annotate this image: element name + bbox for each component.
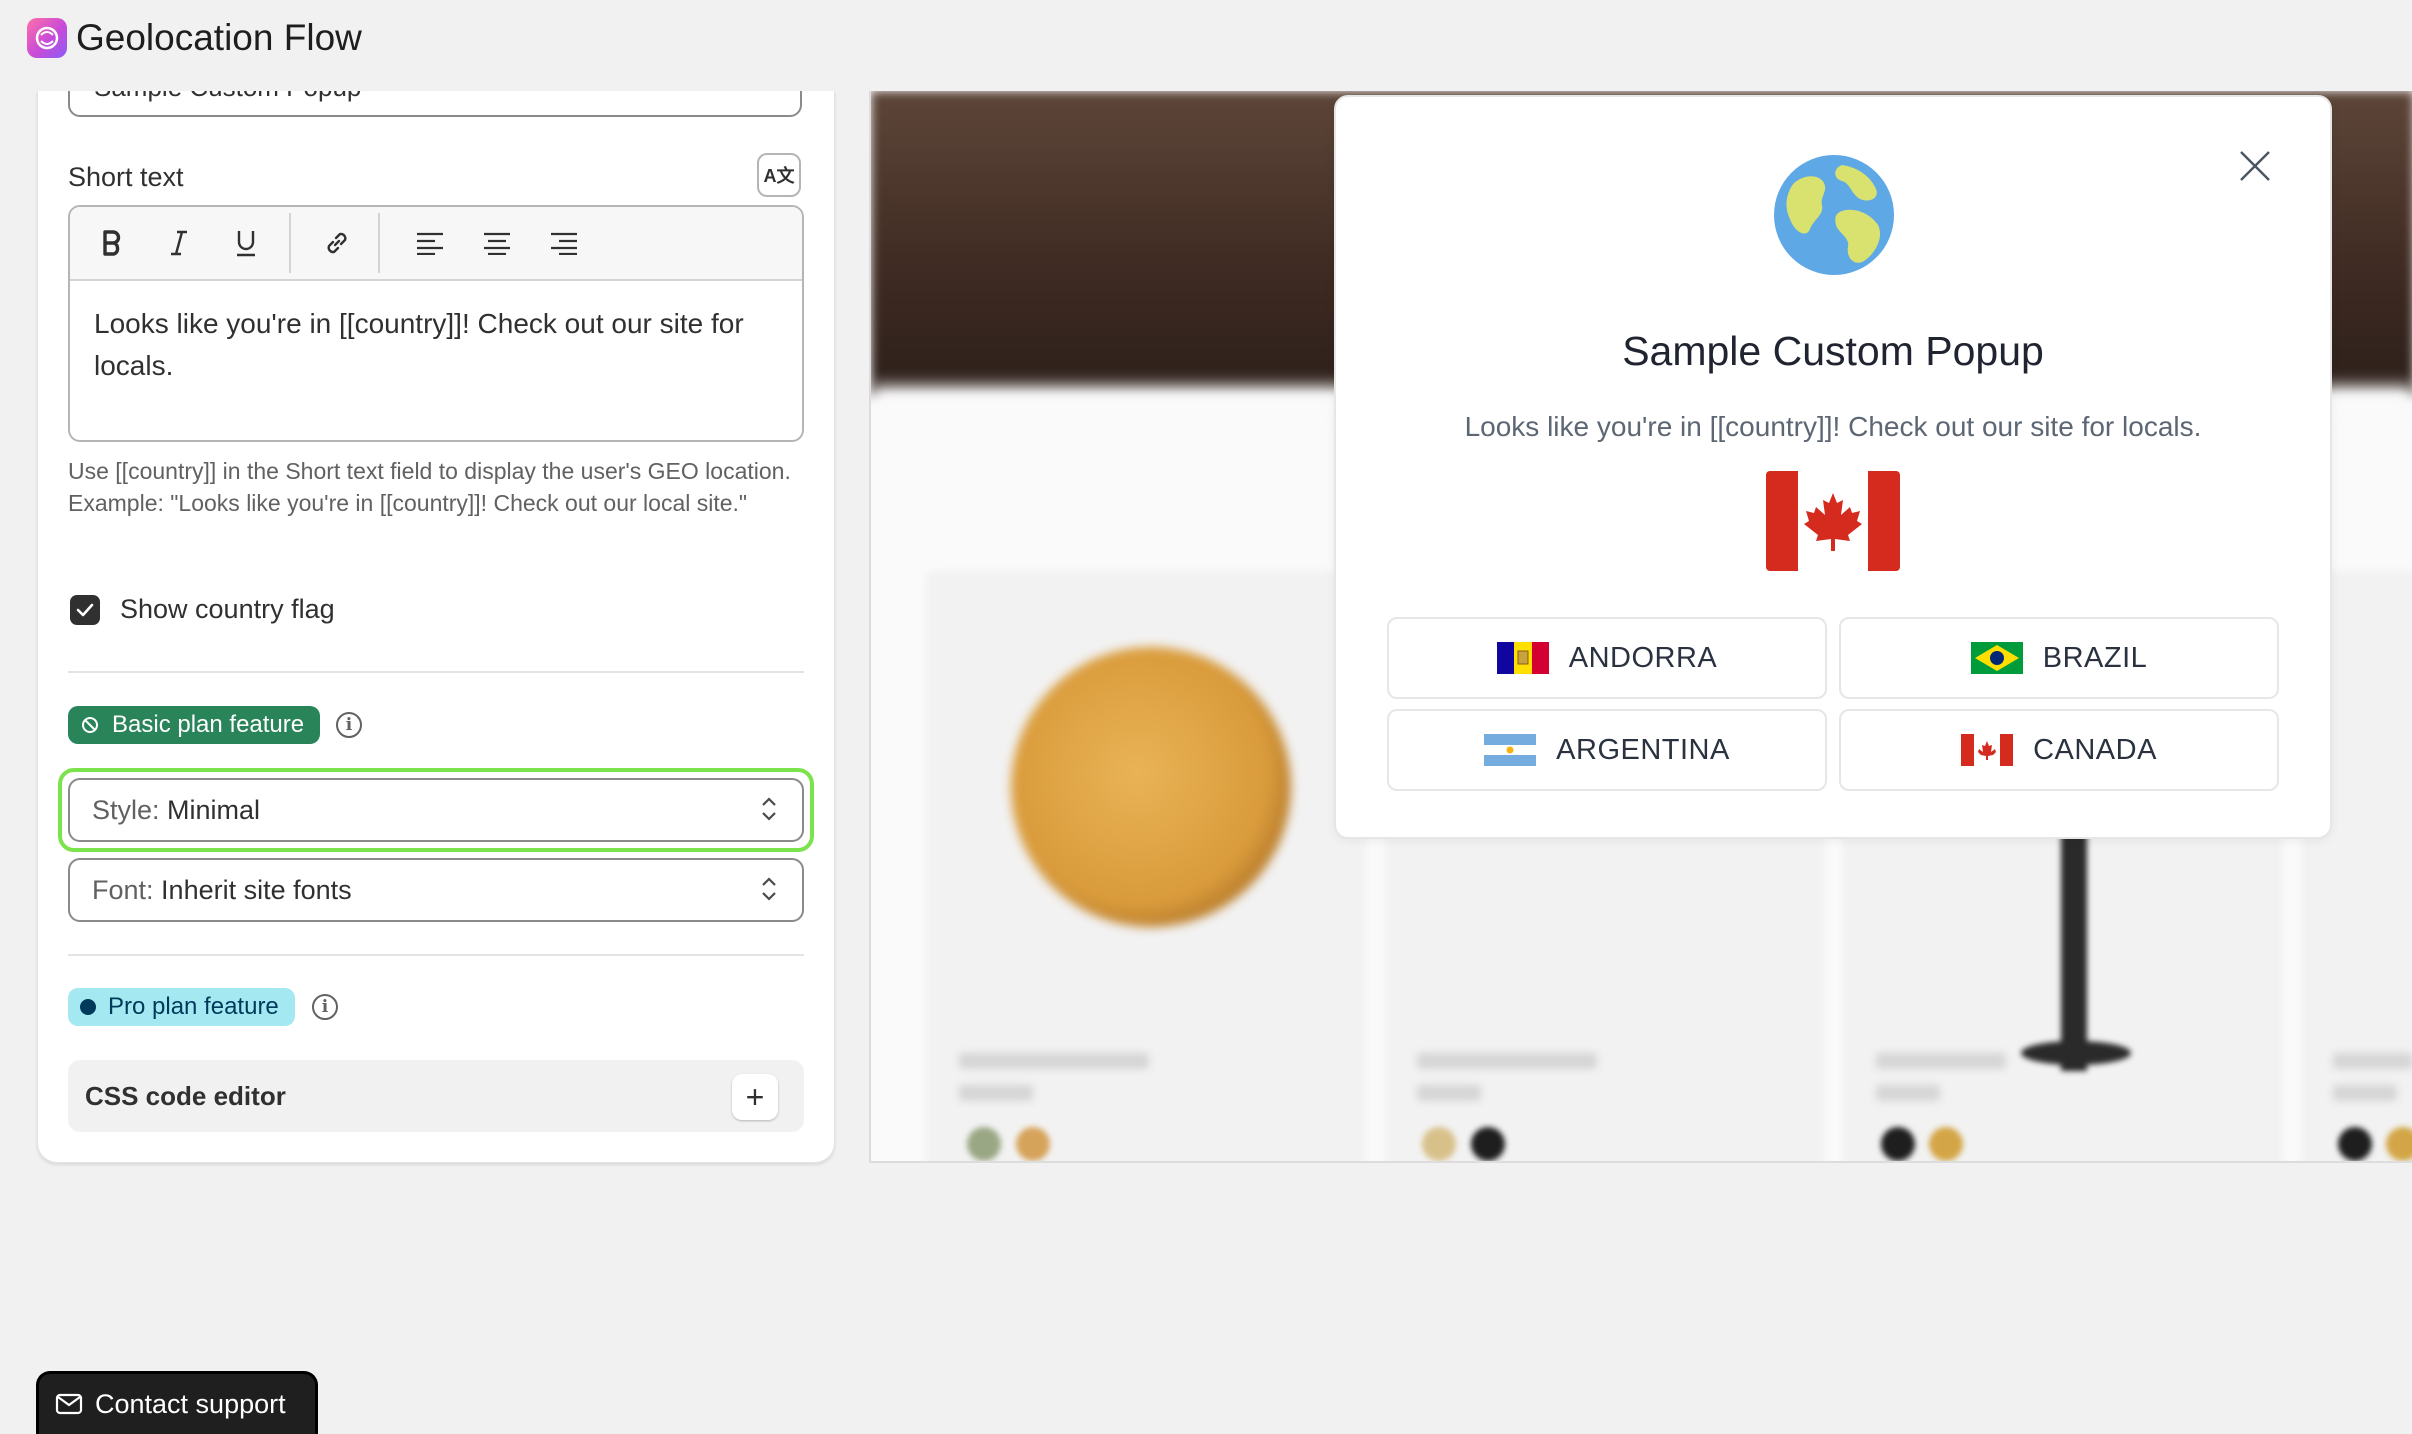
short-text-label: Short text [68, 162, 184, 192]
contact-support-label: Contact support [95, 1388, 286, 1419]
canada-flag-icon [1961, 734, 2014, 766]
align-left-icon[interactable] [408, 221, 452, 265]
country-button-canada[interactable]: CANADA [1839, 709, 2279, 791]
mail-icon [55, 1393, 83, 1415]
info-icon[interactable]: i [312, 994, 338, 1020]
app-title: Geolocation Flow [76, 17, 362, 58]
show-flag-checkbox[interactable] [70, 595, 100, 625]
short-text-help: Use [[country]] in the Short text field … [68, 458, 791, 516]
app-logo-icon [27, 18, 67, 58]
divider [68, 954, 804, 956]
font-select-key: Font: [92, 875, 154, 905]
country-button-brazil[interactable]: BRAZIL [1839, 617, 2279, 699]
css-code-editor-row[interactable]: CSS code editor + [68, 1060, 804, 1132]
css-code-editor-label: CSS code editor [85, 1081, 286, 1111]
contact-support-button[interactable]: Contact support [36, 1371, 318, 1434]
align-center-icon[interactable] [475, 221, 519, 265]
popup-text: Looks like you're in [[country]]! Check … [1464, 411, 2202, 442]
settings-panel: Sample Custom Popup Short text A文 [37, 91, 835, 1163]
translate-icon[interactable]: A文 [757, 153, 801, 197]
andorra-flag-icon [1496, 642, 1549, 674]
font-select-value: Inherit site fonts [161, 875, 352, 905]
basic-plan-label: Basic plan feature [112, 711, 305, 738]
geolocation-popup: Sample Custom Popup Looks like you're in… [1334, 95, 2332, 839]
align-right-icon[interactable] [542, 221, 586, 265]
short-text-editor[interactable]: Looks like you're in [[country]]! Check … [68, 205, 804, 442]
popup-title-input[interactable]: Sample Custom Popup [68, 91, 802, 117]
info-icon[interactable]: i [336, 712, 362, 738]
style-select-focus-ring [58, 768, 814, 852]
editor-toolbar [70, 207, 802, 281]
link-icon[interactable] [315, 221, 359, 265]
country-name: CANADA [2033, 733, 2157, 766]
pro-dot-icon [80, 999, 96, 1015]
divider [68, 671, 804, 673]
pro-plan-label: Pro plan feature [108, 993, 279, 1020]
underline-icon[interactable] [224, 221, 268, 265]
popup-title: Sample Custom Popup [1622, 328, 2044, 374]
country-name: ANDORRA [1568, 641, 1718, 674]
plan-icon [82, 717, 98, 733]
bold-icon[interactable] [90, 221, 134, 265]
brazil-flag-icon [1970, 642, 2023, 674]
basic-plan-badge: Basic plan feature [68, 706, 321, 744]
italic-icon[interactable] [157, 221, 201, 265]
font-select[interactable]: Font: Inherit site fonts [68, 858, 804, 922]
canada-flag-icon [1766, 471, 1900, 571]
globe-icon [1774, 155, 1894, 275]
short-text-content[interactable]: Looks like you're in [[country]]! Check … [94, 303, 784, 387]
country-button-argentina[interactable]: ARGENTINA [1387, 709, 1827, 791]
country-button-andorra[interactable]: ANDORRA [1387, 617, 1827, 699]
translate-icon-glyph: A文 [763, 166, 795, 186]
country-name: ARGENTINA [1556, 733, 1730, 766]
select-chevron-icon [762, 877, 776, 901]
product-image [2061, 821, 2087, 1071]
product-image [1011, 647, 1291, 927]
country-name: BRAZIL [2042, 641, 2148, 674]
close-icon[interactable] [2238, 149, 2272, 183]
add-css-button[interactable]: + [732, 1074, 778, 1120]
pro-plan-badge: Pro plan feature [68, 988, 295, 1026]
show-flag-label: Show country flag [120, 594, 335, 624]
argentina-flag-icon [1484, 734, 1537, 766]
